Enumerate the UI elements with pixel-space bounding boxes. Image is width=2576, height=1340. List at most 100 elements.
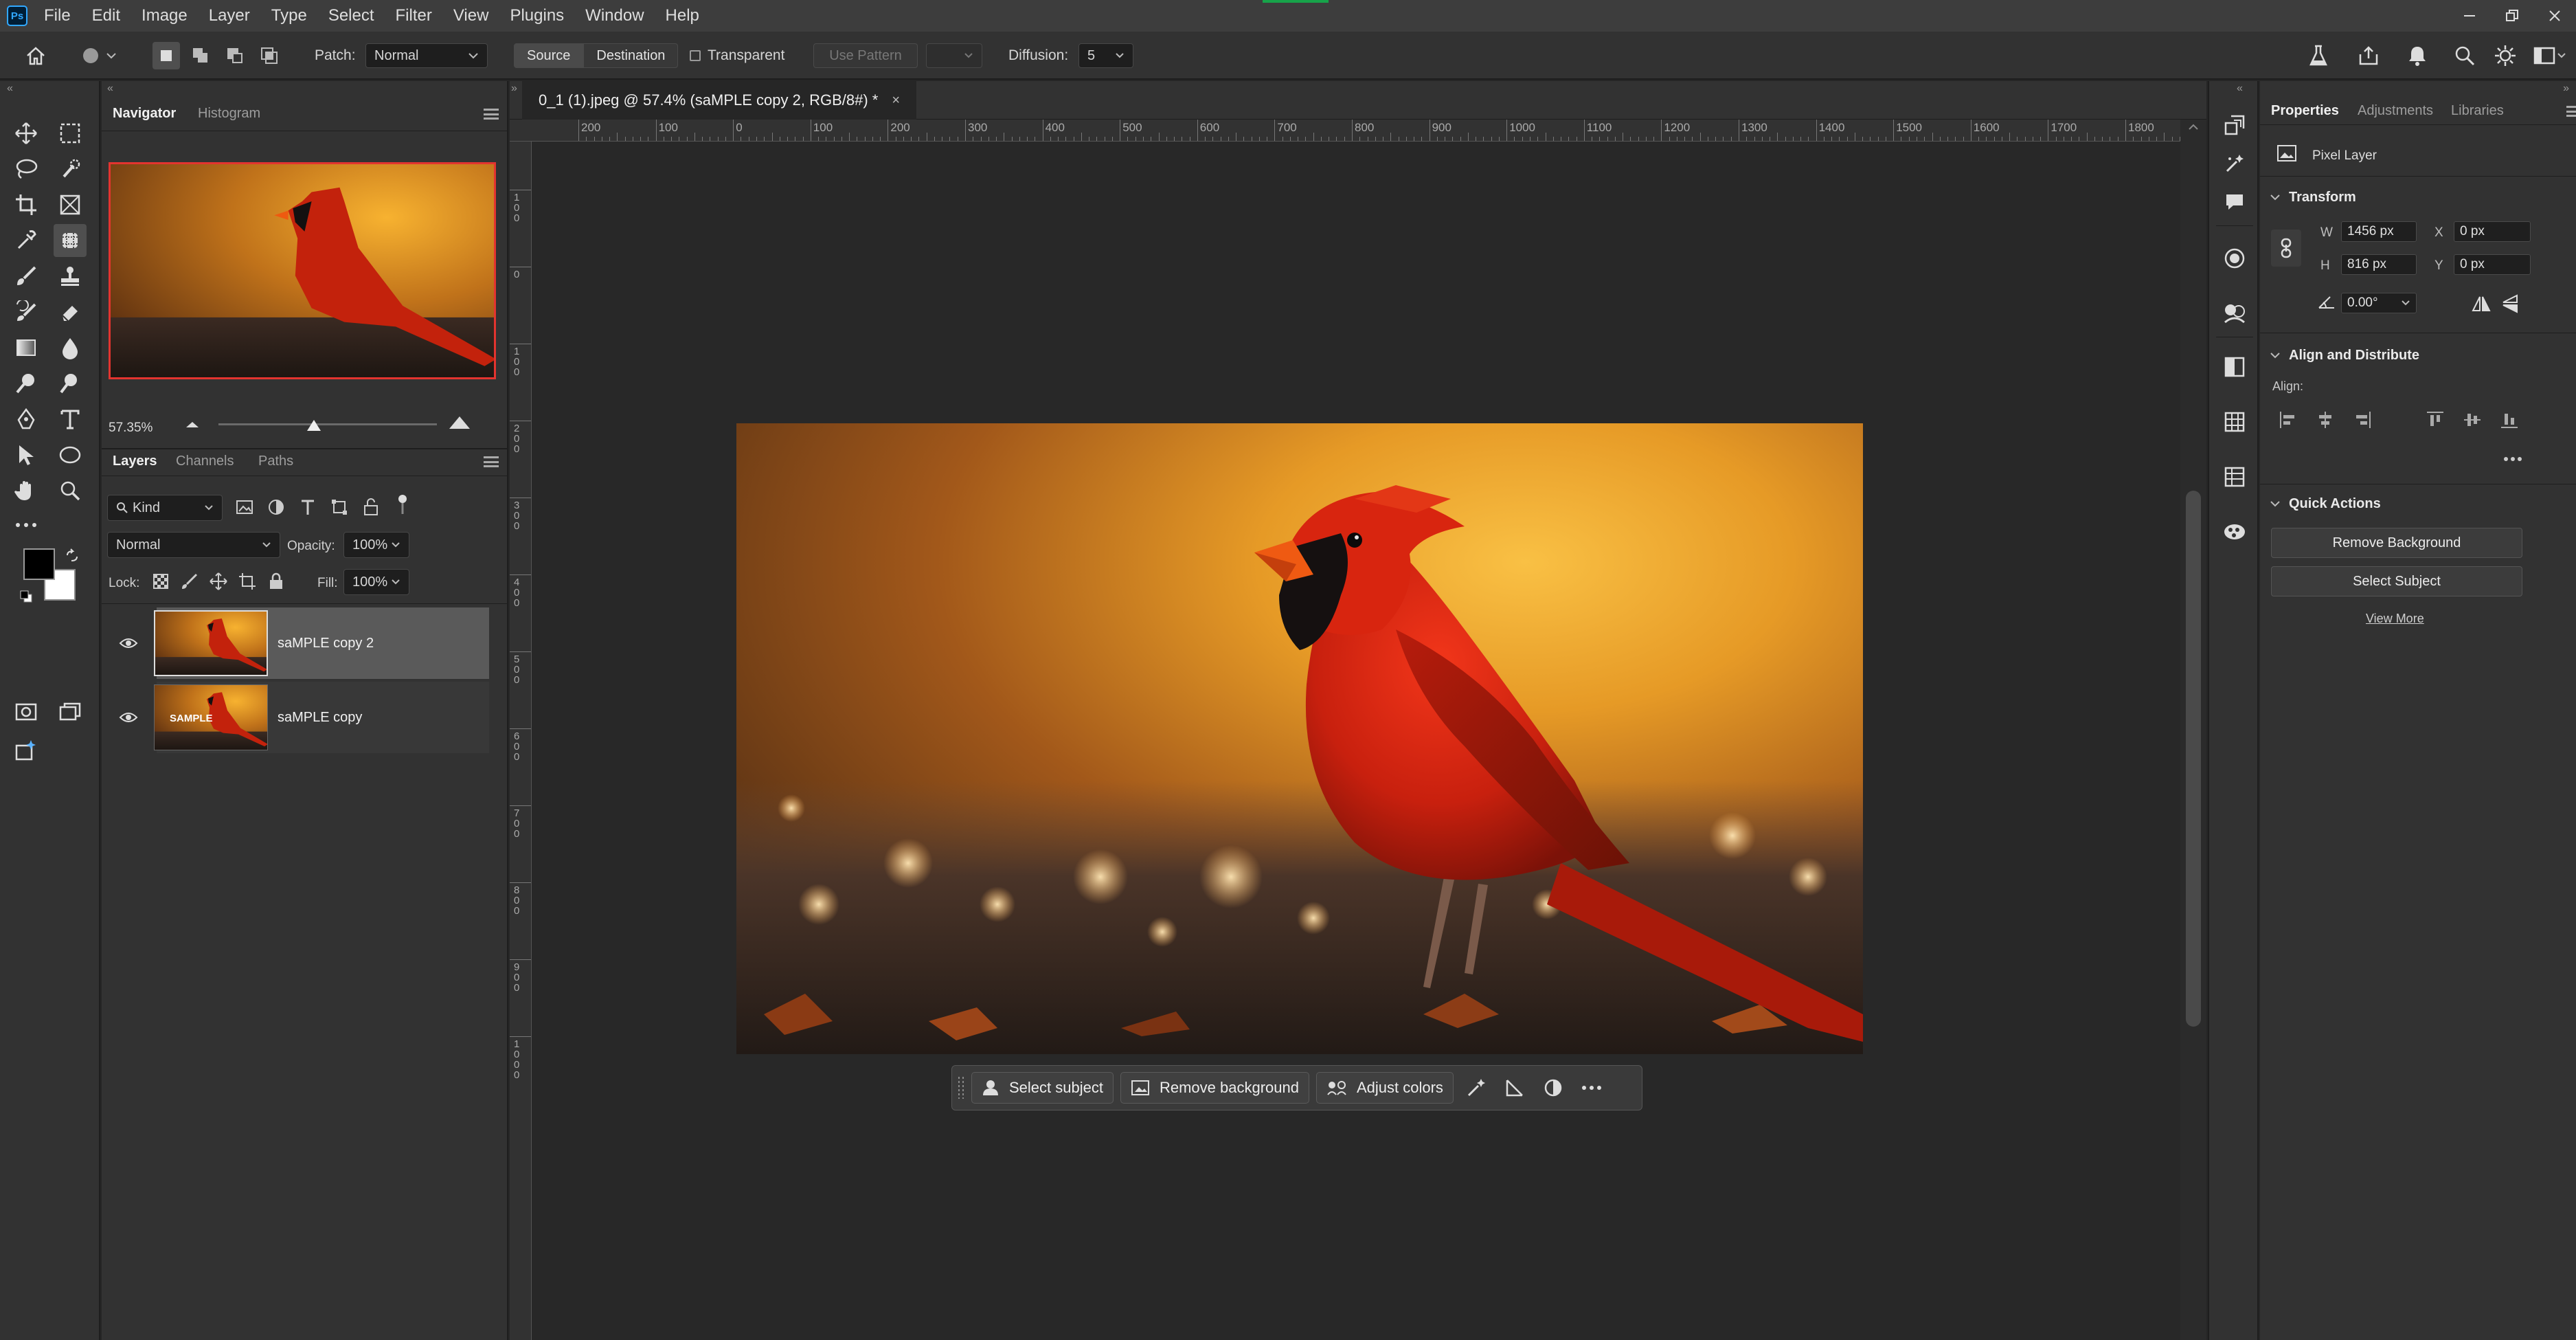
tab-paths[interactable]: Paths [258, 454, 293, 469]
restore-icon[interactable] [2491, 0, 2533, 32]
opacity-field[interactable]: 100% [343, 532, 409, 558]
zoom-tool-icon[interactable] [54, 474, 87, 507]
align-left-icon[interactable] [2278, 410, 2298, 430]
tab-adjustments[interactable]: Adjustments [2358, 103, 2433, 119]
minimize-icon[interactable] [2448, 0, 2491, 32]
tab-libraries[interactable]: Libraries [2451, 103, 2504, 119]
intersect-selection-icon[interactable] [256, 42, 283, 69]
swatches-panel-icon[interactable] [2219, 298, 2250, 328]
angle-field[interactable]: 0.00° [2341, 293, 2417, 313]
gradient-tool-icon[interactable] [10, 331, 43, 364]
more-tools-icon[interactable] [10, 509, 43, 541]
menu-select[interactable]: Select [328, 6, 374, 25]
eyedropper-tool-icon[interactable] [10, 224, 43, 257]
lock-position-icon[interactable] [209, 572, 228, 591]
type-tool-icon[interactable] [54, 403, 87, 436]
history-panel-icon[interactable] [2219, 110, 2250, 140]
comments-panel-icon[interactable] [2219, 187, 2250, 217]
zoom-slider-thumb[interactable] [306, 419, 321, 432]
layer-row-copy[interactable]: SAMPLE saMPLE copy [106, 682, 489, 753]
hand-tool-icon[interactable] [10, 474, 43, 507]
layer-name[interactable]: saMPLE copy [278, 710, 362, 726]
navigator-thumbnail[interactable] [109, 162, 496, 379]
eraser-tool-icon[interactable] [54, 295, 87, 328]
collapse-toolbar-icon[interactable]: « [7, 82, 13, 95]
lock-all-icon[interactable] [267, 572, 286, 591]
layer-row-copy-2[interactable]: saMPLE copy 2 [106, 607, 489, 679]
transform-icon[interactable] [1504, 1077, 1525, 1098]
menu-view[interactable]: View [453, 6, 489, 25]
patch-mode-dropdown[interactable]: Normal [365, 43, 488, 68]
lock-pixels-icon[interactable] [180, 572, 199, 591]
transparent-checkbox-box[interactable] [690, 50, 701, 61]
zoom-percentage[interactable]: 57.35% [109, 421, 152, 436]
quick-actions-section-header[interactable]: Quick Actions [2270, 496, 2381, 512]
path-selection-tool-icon[interactable] [10, 438, 43, 471]
discover-icon[interactable] [2494, 32, 2517, 80]
tab-channels[interactable]: Channels [176, 454, 234, 469]
sponge-tool-icon[interactable] [54, 367, 87, 400]
dodge-tool-icon[interactable] [10, 367, 43, 400]
remove-background-button[interactable]: Remove background [1120, 1072, 1309, 1104]
patterns-panel-icon[interactable] [2219, 407, 2250, 437]
crop-tool-icon[interactable] [10, 188, 43, 221]
document-tab[interactable]: 0_1 (1).jpeg @ 57.4% (saMPLE copy 2, RGB… [522, 81, 917, 120]
align-section-header[interactable]: Align and Distribute [2270, 348, 2419, 364]
menu-plugins[interactable]: Plugins [510, 6, 564, 25]
share-icon[interactable] [2358, 32, 2380, 80]
flip-horizontal-icon[interactable] [2470, 294, 2492, 313]
tab-histogram[interactable]: Histogram [198, 106, 260, 122]
filter-pixel-icon[interactable] [235, 498, 254, 517]
filter-shape-icon[interactable] [330, 498, 349, 517]
drag-handle-icon[interactable] [958, 1074, 964, 1102]
align-middle-vertical-icon[interactable] [2462, 410, 2483, 430]
gradients-panel-icon[interactable] [2219, 352, 2250, 382]
adjust-colors-button[interactable]: Adjust colors [1315, 1072, 1454, 1104]
screen-mode-icon[interactable] [54, 695, 87, 728]
collapse-strip-icon[interactable]: « [2237, 82, 2243, 95]
zoom-out-icon[interactable] [184, 418, 201, 432]
lock-artboard-icon[interactable] [238, 572, 257, 591]
properties-menu-icon[interactable] [2566, 106, 2576, 117]
blend-mode-dropdown[interactable]: Normal [107, 532, 280, 558]
y-field[interactable]: 0 px [2454, 254, 2531, 275]
canvas-image[interactable] [736, 423, 1863, 1054]
menu-layer[interactable]: Layer [209, 6, 250, 25]
align-top-icon[interactable] [2425, 410, 2445, 430]
layers-menu-icon[interactable] [484, 456, 499, 467]
link-proportions-icon[interactable] [2271, 230, 2301, 267]
patch-tool-preset-icon[interactable] [80, 32, 118, 80]
pattern-picker-dropdown[interactable] [926, 43, 982, 68]
transparent-checkbox[interactable]: Transparent [690, 32, 784, 80]
add-selection-icon[interactable] [187, 42, 214, 69]
scrollbar-thumb[interactable] [2186, 491, 2201, 1027]
blur-tool-icon[interactable] [54, 331, 87, 364]
subtract-selection-icon[interactable] [221, 42, 249, 69]
tab-layers[interactable]: Layers [113, 454, 157, 469]
scroll-up-icon[interactable] [2188, 124, 2199, 131]
generative-panel-icon[interactable] [2219, 148, 2250, 179]
lasso-tool-icon[interactable] [10, 153, 43, 186]
notifications-icon[interactable] [2407, 32, 2428, 80]
menu-help[interactable]: Help [666, 6, 699, 25]
use-pattern-button[interactable]: Use Pattern [813, 43, 918, 68]
menu-edit[interactable]: Edit [92, 6, 120, 25]
pen-tool-icon[interactable] [10, 403, 43, 436]
flip-vertical-icon[interactable] [2500, 293, 2521, 315]
new-selection-icon[interactable] [152, 42, 180, 69]
labs-icon[interactable] [2308, 32, 2329, 80]
close-tab-icon[interactable]: × [892, 93, 900, 109]
fill-field[interactable]: 100% [343, 569, 409, 595]
menu-filter[interactable]: Filter [396, 6, 432, 25]
search-icon[interactable] [2454, 32, 2476, 80]
swap-colors-icon[interactable] [65, 548, 80, 563]
navigator-menu-icon[interactable] [484, 109, 499, 120]
lock-transparent-icon[interactable] [151, 572, 170, 591]
foreground-color-swatch-top[interactable] [23, 548, 55, 580]
align-center-horizontal-icon[interactable] [2315, 410, 2336, 430]
remove-background-quick-action[interactable]: Remove Background [2271, 528, 2522, 558]
history-brush-tool-icon[interactable] [10, 295, 43, 328]
menu-type[interactable]: Type [271, 6, 307, 25]
color-panel-icon[interactable] [2219, 243, 2250, 273]
filter-smart-object-icon[interactable] [361, 498, 381, 517]
